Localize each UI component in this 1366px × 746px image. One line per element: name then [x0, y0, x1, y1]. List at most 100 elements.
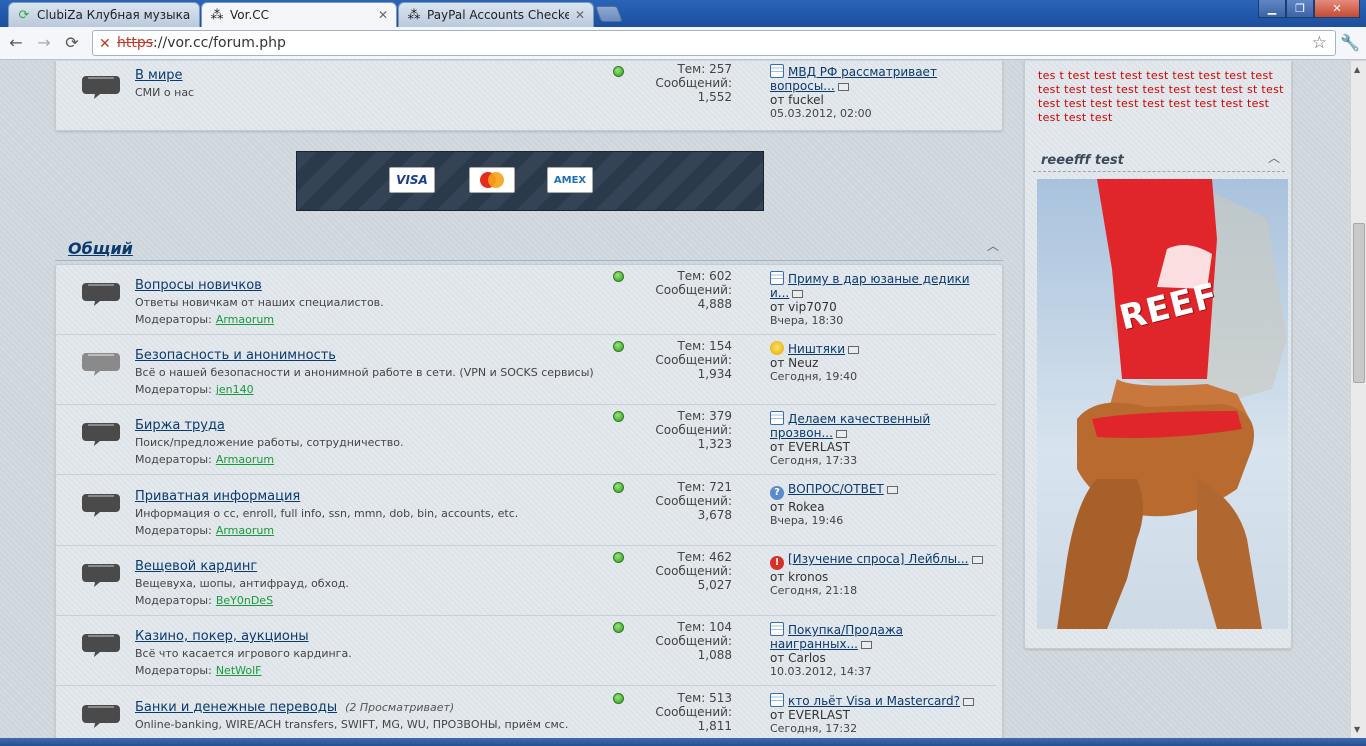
- go-to-post-icon[interactable]: [792, 289, 804, 298]
- bookmark-star-icon[interactable]: ☆: [1312, 31, 1327, 55]
- dots-favicon-icon: ⁂: [210, 7, 224, 23]
- last-post-link[interactable]: Приму в дар юзаные дедики: [788, 272, 970, 286]
- forum-status-icon: [613, 482, 624, 493]
- forum-bubble-icon: [82, 423, 120, 446]
- close-tab-icon[interactable]: ✕: [378, 8, 388, 22]
- address-bar[interactable]: ✕ https://vor.cc/forum.php ☆: [92, 30, 1336, 56]
- last-post-link[interactable]: Покупка/Продажа: [788, 623, 903, 637]
- go-to-post-icon[interactable]: [848, 345, 860, 354]
- forum-link[interactable]: Банки и денежные переводы: [135, 700, 337, 715]
- forum-status-icon: [613, 66, 624, 77]
- collapse-chevron-up-icon[interactable]: ︿: [1268, 149, 1280, 166]
- posts-label: Сообщений:: [655, 705, 732, 719]
- last-post-date: Вчера, 18:30: [770, 314, 844, 327]
- minimize-button[interactable]: ▁: [1258, 0, 1286, 18]
- forum-link[interactable]: Приватная информация: [135, 489, 300, 504]
- forum-link[interactable]: Вещевой кардинг: [135, 559, 257, 574]
- go-to-post-icon[interactable]: [835, 429, 847, 438]
- forum-link[interactable]: Казино, покер, аукционы: [135, 629, 309, 644]
- last-post-author: от Carlos: [770, 651, 826, 665]
- posts-label: Сообщений:: [655, 423, 732, 437]
- collapse-chevron-up-icon[interactable]: ︿: [987, 237, 999, 254]
- page-scrollbar[interactable]: ▲ ▼: [1350, 61, 1366, 738]
- close-tab-icon[interactable]: ✕: [575, 8, 585, 22]
- last-post-link[interactable]: МВД РФ рассматривает: [788, 65, 937, 79]
- scrollbar-thumb[interactable]: [1353, 223, 1365, 383]
- moderator-link[interactable]: BeY0nDeS: [216, 594, 273, 607]
- forum-bubble-icon: [82, 494, 120, 517]
- forward-arrow-icon[interactable]: →: [34, 33, 54, 53]
- back-arrow-icon[interactable]: ←: [6, 33, 26, 53]
- forum-row: Вещевой кардинг Вещевуха, шопы, антифрау…: [56, 546, 996, 616]
- forum-link-v-mire[interactable]: В мире: [135, 68, 183, 83]
- go-to-post-icon[interactable]: [837, 82, 849, 91]
- section-title-general[interactable]: Общий: [68, 239, 133, 258]
- advert-figure-illustration: [1057, 179, 1287, 629]
- forum-row: Биржа труда Поиск/предложение работы, со…: [56, 405, 996, 475]
- last-post-link[interactable]: [Изучение спроса] Лейблы...: [788, 552, 969, 566]
- tab-vorcc[interactable]: ⁂ Vor.CC ✕: [201, 2, 397, 27]
- moderator-link[interactable]: Armaorum: [216, 453, 274, 466]
- new-tab-button[interactable]: [595, 6, 623, 22]
- posts-count: 3,678: [697, 508, 732, 522]
- last-post-author: от EVERLAST: [770, 440, 850, 454]
- topics-count: Тем: 379: [677, 409, 732, 423]
- moderator-link[interactable]: NetWolF: [216, 664, 262, 677]
- topics-count: Тем: 104: [677, 620, 732, 634]
- tab-title: PayPal Accounts Checker: [427, 8, 569, 22]
- go-to-post-icon[interactable]: [860, 640, 872, 649]
- forum-bubble-light-icon: [82, 353, 120, 376]
- last-post-link[interactable]: ВОПРОС/ОТВЕТ: [788, 482, 884, 496]
- moderator-link[interactable]: jen140: [216, 383, 254, 396]
- moderator-link[interactable]: Armaorum: [216, 524, 274, 537]
- last-post-link[interactable]: Делаем качественный: [788, 412, 930, 426]
- payment-banner[interactable]: VISA AMEX: [296, 151, 764, 211]
- forum-stats: Тем: 257 Сообщений: 1,552: [646, 62, 732, 104]
- scroll-down-arrow-icon[interactable]: ▼: [1354, 725, 1360, 734]
- forum-row: Вопросы новичков Ответы новичкам от наши…: [56, 265, 996, 335]
- visa-card-icon: VISA: [389, 167, 435, 193]
- forum-link[interactable]: Биржа труда: [135, 418, 225, 433]
- forum-link[interactable]: Вопросы новичков: [135, 278, 262, 293]
- last-post-author: от Rokea: [770, 500, 825, 514]
- last-post-link-cont[interactable]: и...: [770, 286, 789, 300]
- posts-label: Сообщений:: [655, 76, 732, 90]
- scroll-up-arrow-icon[interactable]: ▲: [1354, 65, 1360, 74]
- moderators-label: Модераторы:: [135, 524, 212, 537]
- go-to-post-icon[interactable]: [971, 555, 983, 564]
- go-to-post-icon[interactable]: [963, 697, 975, 706]
- topics-count: Тем: 721: [677, 480, 732, 494]
- tab-title: Vor.CC: [230, 8, 270, 22]
- sidebar-advert-image[interactable]: REEF: [1037, 179, 1288, 629]
- moderator-link[interactable]: Armaorum: [216, 313, 274, 326]
- forum-bubble-icon: [82, 634, 120, 657]
- wrench-menu-icon[interactable]: 🔧: [1340, 33, 1360, 52]
- posts-label: Сообщений:: [655, 564, 732, 578]
- forum-link[interactable]: Безопасность и анонимность: [135, 348, 336, 363]
- maximize-button[interactable]: ❐: [1286, 0, 1314, 18]
- last-post: Ништяки от Neuz Сегодня, 19:40: [770, 341, 1000, 384]
- reload-icon[interactable]: ⟳: [62, 33, 82, 53]
- close-window-button[interactable]: ✕: [1314, 0, 1360, 18]
- last-post-link[interactable]: кто льёт Visa и Mastercard?: [788, 694, 960, 708]
- tab-clubiza[interactable]: ⟳ ClubiZa Клубная музыка и: [8, 2, 200, 27]
- last-post-link-cont[interactable]: прозвон...: [770, 426, 833, 440]
- last-post-date: 10.03.2012, 14:37: [770, 665, 872, 678]
- mastercard-icon: [469, 167, 515, 193]
- tab-paypal-checker[interactable]: ⁂ PayPal Accounts Checker ✕: [398, 2, 594, 27]
- moderators-label: Модераторы:: [135, 453, 212, 466]
- last-post: МВД РФ рассматривает вопросы... от fucke…: [770, 64, 1000, 121]
- document-icon: [770, 693, 784, 707]
- forum-stats: Тем: 721 Сообщений: 3,678: [646, 480, 732, 522]
- last-post-link[interactable]: Ништяки: [788, 342, 845, 356]
- forum-status-icon: [613, 552, 624, 563]
- forum-status-icon: [613, 693, 624, 704]
- last-post-link-cont[interactable]: вопросы...: [770, 79, 835, 93]
- topics-count: Тем: 462: [677, 550, 732, 564]
- forum-bubble-icon: [82, 283, 120, 306]
- posts-label: Сообщений:: [655, 353, 732, 367]
- amex-card-icon: AMEX: [547, 167, 593, 193]
- last-post-link-cont[interactable]: наигранных...: [770, 637, 858, 651]
- go-to-post-icon[interactable]: [886, 485, 898, 494]
- forum-bubble-icon: [82, 76, 120, 99]
